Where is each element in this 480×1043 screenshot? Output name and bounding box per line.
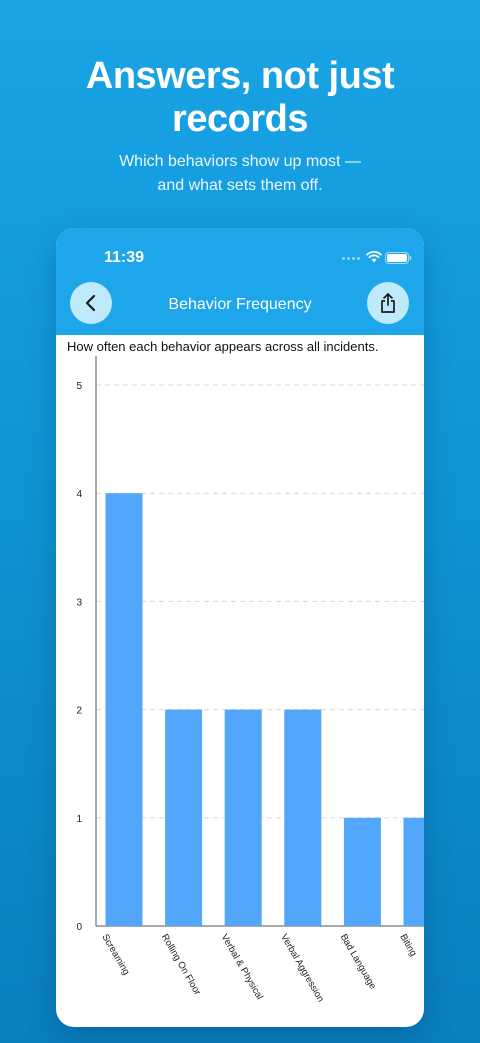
y-tick-label: 4 [76,489,82,500]
bar [343,817,381,926]
behavior-frequency-chart: 0 1 2 3 4 5 Screaming Rolling On Floor Verbal & … [76,356,424,1004]
signal-icon [342,257,364,261]
y-tick-label: 0 [76,922,82,933]
chart-caption: How often each behavior appears across a… [67,339,379,354]
promo-headline: Answers, not just records [0,55,480,141]
promo-subhead-line2: and what sets them off. [157,177,323,194]
bar [105,493,143,926]
x-tick-label: Verbal & Physical [219,932,265,1002]
bar [284,709,322,926]
promo-headline-line2: records [172,98,308,140]
app-bar: 11:39 Behavior Frequency [56,228,424,335]
x-tick-label: Screaming [99,932,131,977]
phone-screen: 11:39 Behavior Frequency How often each … [56,228,424,1027]
battery-icon [385,252,412,264]
y-tick-label: 2 [76,706,82,717]
y-tick-label: 1 [76,814,82,825]
x-tick-label: Rolling On Floor [159,932,203,997]
share-button[interactable] [367,282,409,324]
share-icon [381,293,395,313]
y-tick-label: 5 [76,381,82,392]
x-tick-label: Verbal Aggression [278,932,326,1004]
y-tick-label: 3 [76,597,82,608]
x-tick-label: Biting [397,932,418,958]
promo-subhead-line1: Which behaviors show up most — [119,153,361,170]
promo-subhead: Which behaviors show up most — and what … [0,150,480,198]
bar [165,709,203,926]
wifi-icon [366,250,382,263]
bar [403,817,424,926]
promo-headline-line1: Answers, not just [85,55,395,97]
x-tick-label: Bad Language [338,932,378,991]
status-time: 11:39 [104,249,145,266]
bar [224,709,262,926]
